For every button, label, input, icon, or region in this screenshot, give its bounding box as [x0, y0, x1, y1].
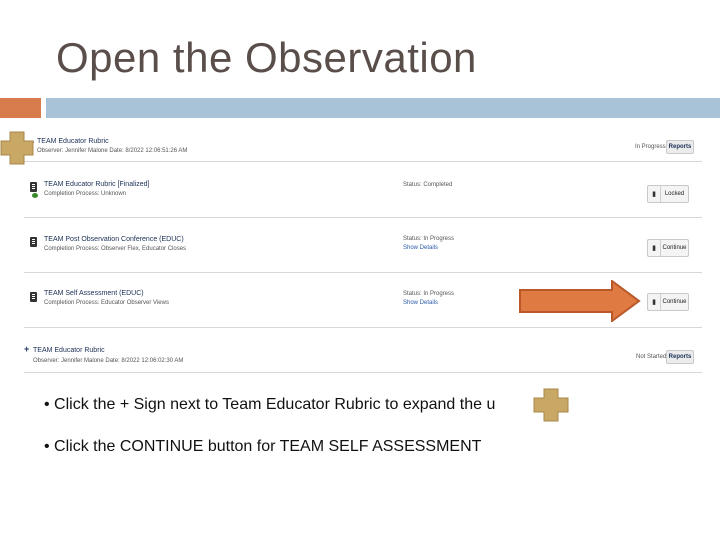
self-assessment-continue-button[interactable]: ▮ Continue — [647, 293, 689, 311]
document-icon — [30, 292, 37, 302]
edit-icon: ▮ — [648, 294, 661, 310]
accent-bar-orange — [0, 98, 41, 118]
highlight-cross-icon — [533, 388, 569, 422]
header-reports-button[interactable]: Reports — [666, 140, 694, 154]
observation-screenshot: − TEAM Educator Rubric Observer: Jennife… — [24, 131, 702, 374]
edit-icon: ▮ — [648, 240, 661, 256]
row-status: Status: In Progress — [403, 291, 455, 297]
row-subtitle: Completion Process: Observer Flex, Educa… — [44, 246, 187, 252]
document-icon — [30, 182, 37, 192]
slide-title: Open the Observation — [56, 34, 477, 81]
footer-group-meta: Observer: Jennifer Malone Date: 8/2022 1… — [33, 358, 184, 364]
show-details-link[interactable]: Show Details — [403, 245, 438, 251]
row-title: TEAM Educator Rubric [Finalized] — [44, 181, 150, 188]
accent-bar-blue — [46, 98, 720, 118]
expand-plus-sign[interactable]: + — [24, 344, 29, 354]
footer-group-title[interactable]: TEAM Educator Rubric — [33, 347, 105, 354]
show-details-link[interactable]: Show Details — [403, 300, 438, 306]
row-subtitle: Completion Process: Educator Observer Vi… — [44, 300, 169, 306]
lock-icon: ▮ — [648, 186, 661, 202]
pointer-arrow-icon — [519, 280, 641, 322]
footer-group-status: Not Started — [636, 354, 667, 360]
row-subtitle: Completion Process: Unknown — [44, 191, 127, 197]
row-status: Status: Completed — [403, 182, 453, 188]
row-title: TEAM Post Observation Conference (EDUC) — [44, 236, 184, 243]
highlight-cross-icon — [0, 131, 34, 165]
instruction-line-1: • Click the + Sign next to Team Educator… — [44, 396, 496, 413]
header-group-meta: Observer: Jennifer Malone Date: 8/2022 1… — [37, 148, 188, 154]
locked-button[interactable]: ▮ Locked — [647, 185, 689, 203]
instruction-line-2: • Click the CONTINUE button for TEAM SEL… — [44, 438, 482, 455]
continue-button[interactable]: ▮ Continue — [647, 239, 689, 257]
document-icon — [30, 237, 37, 247]
row-title: TEAM Self Assessment (EDUC) — [44, 290, 144, 297]
header-group-title[interactable]: TEAM Educator Rubric — [37, 138, 109, 145]
checkmark-icon — [32, 193, 38, 198]
row-status: Status: In Progress — [403, 236, 455, 242]
footer-reports-button[interactable]: Reports — [666, 350, 694, 364]
header-group-status: In Progress — [635, 144, 666, 150]
